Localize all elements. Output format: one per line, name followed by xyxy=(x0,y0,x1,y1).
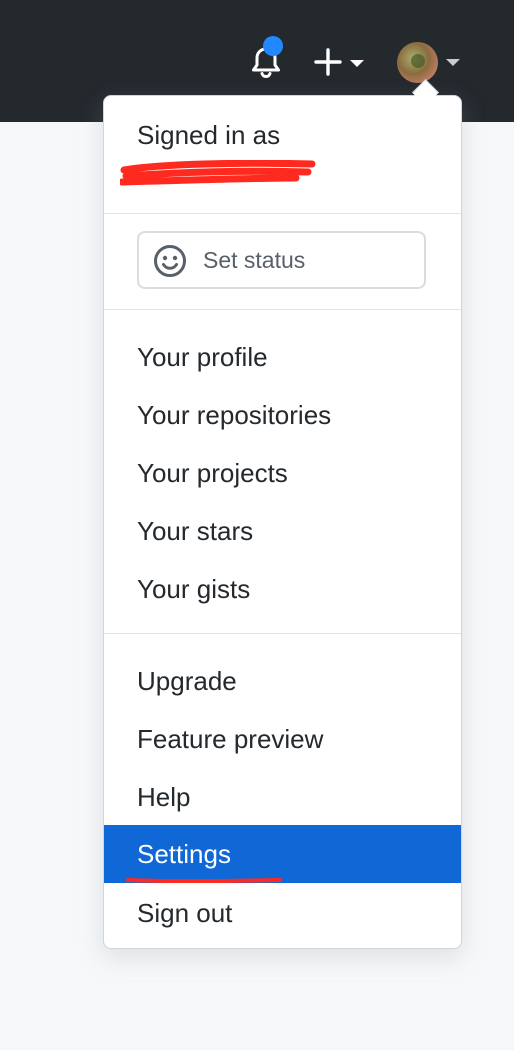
menu-item-your-profile[interactable]: Your profile xyxy=(104,328,461,386)
menu-item-label: Upgrade xyxy=(137,666,237,696)
create-dropdown-chevron-down-icon[interactable] xyxy=(350,60,364,67)
notification-indicator xyxy=(263,36,283,56)
menu-item-label: Your repositories xyxy=(137,400,332,430)
menu-item-upgrade[interactable]: Upgrade xyxy=(104,652,461,710)
set-status-button[interactable]: Set status xyxy=(137,231,426,289)
menu-item-help[interactable]: Help xyxy=(104,768,461,826)
annotation-underline xyxy=(126,878,282,883)
redacted-username-scribble xyxy=(120,160,316,186)
menu-divider xyxy=(104,633,461,634)
smiley-icon xyxy=(154,245,186,277)
set-status-label: Set status xyxy=(203,247,306,273)
menu-item-label: Your gists xyxy=(137,574,251,604)
menu-item-your-stars[interactable]: Your stars xyxy=(104,502,461,560)
menu-item-feature-preview[interactable]: Feature preview xyxy=(104,710,461,768)
create-new-plus-icon[interactable] xyxy=(312,46,344,78)
menu-item-settings[interactable]: Settings xyxy=(104,825,461,883)
menu-item-label: Sign out xyxy=(137,898,233,928)
user-avatar[interactable] xyxy=(397,42,438,83)
menu-item-label: Settings xyxy=(137,839,231,869)
signed-in-label: Signed in as xyxy=(137,120,281,150)
menu-item-label: Feature preview xyxy=(137,724,324,754)
menu-item-your-gists[interactable]: Your gists xyxy=(104,560,461,618)
menu-item-your-repositories[interactable]: Your repositories xyxy=(104,386,461,444)
menu-item-label: Your profile xyxy=(137,342,268,372)
user-menu-chevron-down-icon[interactable] xyxy=(446,59,460,66)
user-dropdown-menu: Signed in as Set status Your profile You… xyxy=(103,95,462,949)
menu-item-label: Your stars xyxy=(137,516,254,546)
menu-divider xyxy=(104,213,461,214)
menu-item-label: Help xyxy=(137,782,191,812)
menu-item-your-projects[interactable]: Your projects xyxy=(104,444,461,502)
menu-item-label: Your projects xyxy=(137,458,288,488)
menu-item-sign-out[interactable]: Sign out xyxy=(104,884,461,942)
menu-divider xyxy=(104,309,461,310)
